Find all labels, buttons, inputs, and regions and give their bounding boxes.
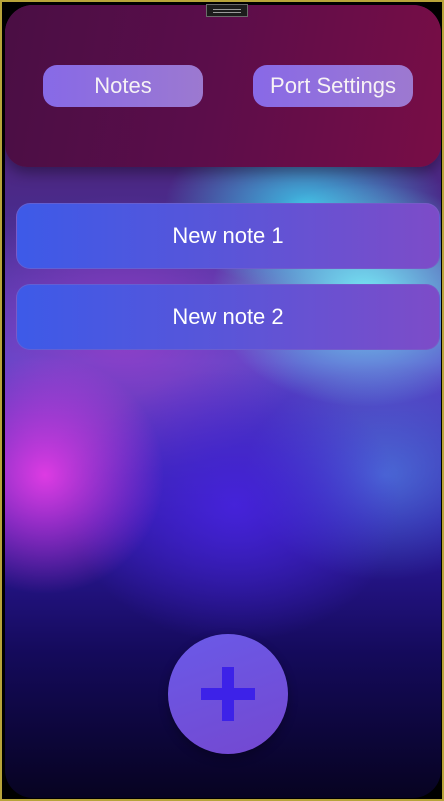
header-bar: Notes Port Settings [5, 5, 441, 167]
plus-icon [201, 667, 255, 721]
window-drag-handle[interactable] [206, 4, 248, 17]
add-note-button[interactable] [168, 634, 288, 754]
note-item[interactable]: New note 2 [16, 284, 440, 350]
note-item[interactable]: New note 1 [16, 203, 440, 269]
device-frame: Notes Port Settings New note 1 New note … [0, 0, 444, 801]
port-settings-button[interactable]: Port Settings [253, 65, 413, 107]
notes-button[interactable]: Notes [43, 65, 203, 107]
note-list: New note 1 New note 2 [16, 203, 440, 365]
app-screen: Notes Port Settings New note 1 New note … [5, 5, 441, 798]
